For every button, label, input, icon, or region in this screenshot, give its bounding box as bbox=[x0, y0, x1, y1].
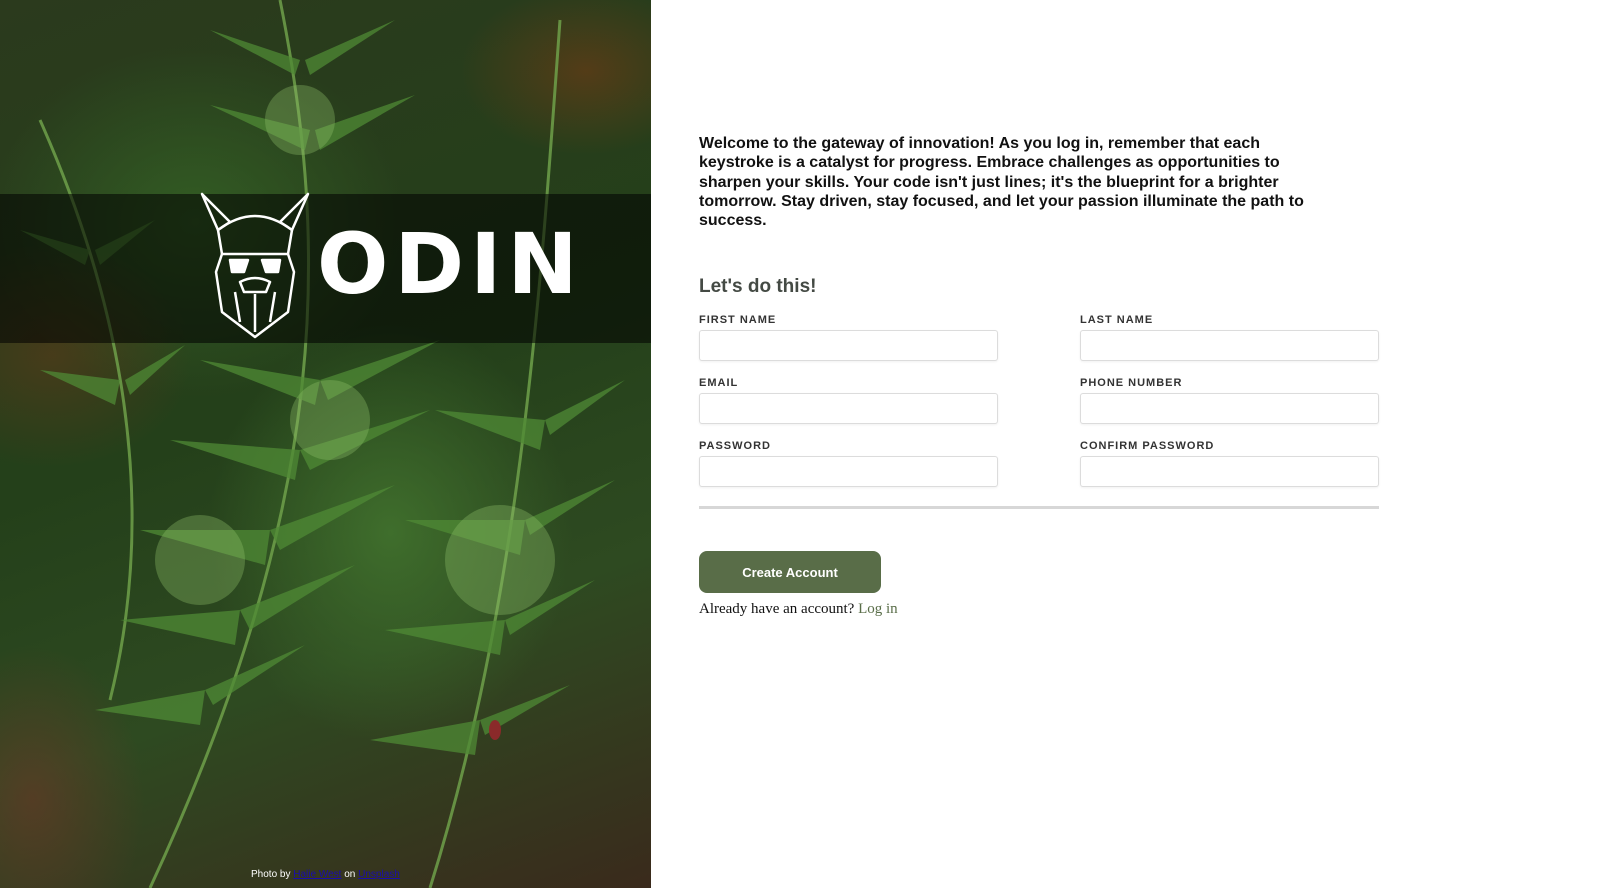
first-name-label: FIRST NAME bbox=[699, 314, 777, 326]
last-name-input[interactable] bbox=[1080, 330, 1379, 361]
phone-input[interactable] bbox=[1080, 393, 1379, 424]
last-name-group: LAST NAME bbox=[1080, 314, 1379, 361]
first-name-group: FIRST NAME bbox=[699, 314, 998, 361]
background-photo: ODIN Photo by Halie West on Unsplash bbox=[0, 0, 651, 888]
login-prompt: Already have an account? Log in bbox=[699, 601, 898, 618]
password-label: PASSWORD bbox=[699, 440, 771, 452]
form-title: Let's do this! bbox=[699, 276, 817, 297]
form-divider bbox=[699, 506, 1379, 509]
login-link[interactable]: Log in bbox=[858, 601, 898, 617]
login-prompt-text: Already have an account? bbox=[699, 601, 855, 617]
fern-illustration bbox=[20, 0, 625, 888]
photo-credit-middle: on bbox=[344, 869, 356, 880]
confirm-password-input[interactable] bbox=[1080, 456, 1379, 487]
confirm-password-group: CONFIRM PASSWORD bbox=[1080, 440, 1379, 487]
photo-credit-prefix: Photo by bbox=[251, 869, 291, 880]
phone-group: PHONE NUMBER bbox=[1080, 377, 1379, 424]
create-account-button[interactable]: Create Account bbox=[699, 551, 881, 593]
photo-credit-author-link[interactable]: Halie West bbox=[293, 869, 341, 880]
first-name-input[interactable] bbox=[699, 330, 998, 361]
photo-credit: Photo by Halie West on Unsplash bbox=[251, 869, 400, 880]
email-group: EMAIL bbox=[699, 377, 998, 424]
brand-wordmark: ODIN bbox=[317, 215, 584, 313]
password-input[interactable] bbox=[699, 456, 998, 487]
email-label: EMAIL bbox=[699, 377, 739, 389]
confirm-password-label: CONFIRM PASSWORD bbox=[1080, 440, 1215, 452]
last-name-label: LAST NAME bbox=[1080, 314, 1154, 326]
intro-text: Welcome to the gateway of innovation! As… bbox=[699, 135, 1304, 230]
password-group: PASSWORD bbox=[699, 440, 998, 487]
email-input[interactable] bbox=[699, 393, 998, 424]
phone-label: PHONE NUMBER bbox=[1080, 377, 1183, 389]
photo-credit-source-link[interactable]: Unsplash bbox=[358, 869, 400, 880]
